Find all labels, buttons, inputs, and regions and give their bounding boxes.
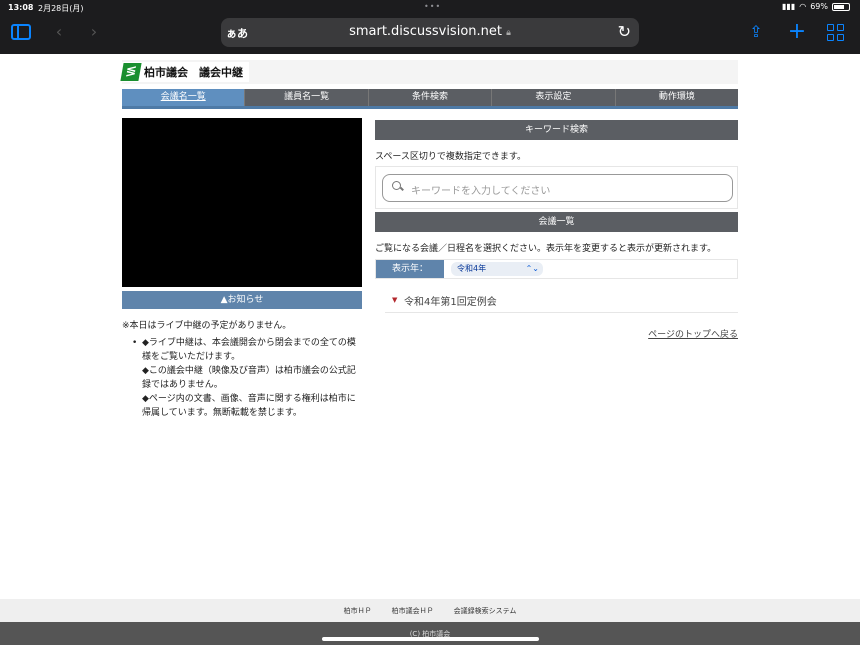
site-title: 柏市議会 議会中継 [144,66,243,79]
meeting-list-header: 会議一覧 [375,212,738,232]
city-emblem-icon: ≶ [120,63,142,81]
signal-icon: ▮▮▮ [782,2,796,11]
site-header: ≶ 柏市議会 議会中継 [120,60,738,84]
notice-line: ◆ライブ中継は、本会議開会から閉会までの全ての模様をご覧いただけます。 [142,338,356,362]
forward-icon[interactable]: › [83,22,105,42]
expand-arrow-icon: ▼ [392,296,398,304]
footer-links: 柏市ＨＰ 柏市議会ＨＰ 会議録検索システム [0,599,860,622]
bullet-icon: • [132,338,138,348]
footer-link-city[interactable]: 柏市ＨＰ [344,606,372,616]
notice-main-text: ※本日はライブ中継の予定がありません。 [122,321,292,331]
search-icon [392,181,403,192]
address-bar[interactable]: ぁあ smart.discussvision.net 🔒︎ ↻ [221,18,639,47]
battery-percent: 69% [810,2,828,11]
reload-icon[interactable]: ↻ [618,22,631,41]
new-tab-icon[interactable]: + [786,21,808,43]
keyword-note: スペース区切りで複数指定できます。 [375,152,527,162]
meeting-list-note: ご覧になる会議／日程名を選択ください。表示年を変更すると表示が更新されます。 [375,244,717,254]
select-chevron-icon: ⌃⌄ [525,264,539,273]
search-placeholder: キーワードを入力してください [411,186,551,197]
session-label: 令和4年第1回定例会 [404,297,497,308]
web-page: ≶ 柏市議会 議会中継 会議名一覧 議員名一覧 条件検索 表示設定 動作環境 ▲… [0,54,860,599]
nav-member-list[interactable]: 議員名一覧 [245,89,369,106]
home-indicator[interactable] [322,637,539,641]
year-selector-row: 表示年： 令和4年 ⌃⌄ [375,259,738,279]
status-indicators: ▮▮▮ ◠ 69% [782,2,850,11]
footer-link-council[interactable]: 柏市議会ＨＰ [392,606,434,616]
status-date: 2月28日(月) [38,4,84,13]
search-panel: キーワードを入力してください [375,166,738,209]
url-display: smart.discussvision.net 🔒︎ [221,24,639,39]
back-to-top-link[interactable]: ページのトップへ戻る [648,327,738,340]
notice-list: • ◆ライブ中継は、本会議開会から閉会までの全ての模様をご覧いただけます。 ◆こ… [132,336,362,420]
notice-line: ◆ページ内の文書、画像、音声に関する権利は柏市に帰属しています。無断転載を禁じま… [142,394,356,418]
browser-chrome: 13:08 2月28日(月) ••• ▮▮▮ ◠ 69% ‹ › ぁあ smar… [0,0,860,54]
year-select[interactable]: 令和4年 ⌃⌄ [451,262,543,276]
nav-display-settings[interactable]: 表示設定 [492,89,616,106]
year-select-value: 令和4年 [457,264,487,273]
nav-environment[interactable]: 動作環境 [616,89,738,106]
year-label: 表示年： [376,260,444,278]
copyright: (C) 柏市議会 [0,622,860,645]
lock-icon: 🔒︎ [506,28,511,38]
share-icon[interactable]: ⇪ [745,22,767,42]
tabs-overview-icon[interactable] [827,24,845,42]
status-time: 13:08 [8,3,34,12]
nav-meeting-list[interactable]: 会議名一覧 [122,89,246,106]
keyword-search-header: キーワード検索 [375,120,738,140]
sidebar-toggle-icon[interactable] [11,24,31,40]
multitask-dots-icon[interactable]: ••• [424,2,441,11]
footer-link-minutes[interactable]: 会議録検索システム [454,606,517,616]
back-icon[interactable]: ‹ [48,22,70,42]
nav-condition-search[interactable]: 条件検索 [369,89,493,106]
notice-line: ◆この議会中継（映像及び音声）は柏市議会の公式記録ではありません。 [142,366,356,390]
session-item[interactable]: ▼ 令和4年第1回定例会 [385,287,738,313]
notice-toggle[interactable]: ▲お知らせ [122,291,362,309]
wifi-icon: ◠ [799,2,807,11]
main-nav: 会議名一覧 議員名一覧 条件検索 表示設定 動作環境 [122,89,738,109]
url-text: smart.discussvision.net [349,24,502,39]
video-player[interactable] [122,118,362,287]
battery-icon [832,2,850,11]
site-logo[interactable]: ≶ 柏市議会 議会中継 [120,62,249,82]
keyword-search-input[interactable]: キーワードを入力してください [382,174,733,202]
